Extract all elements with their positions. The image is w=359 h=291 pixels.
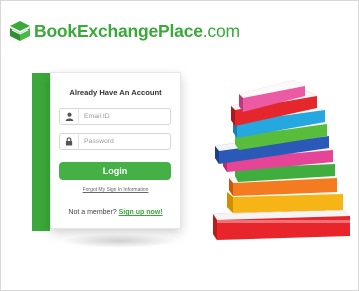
user-icon bbox=[60, 112, 78, 121]
card-shadow bbox=[60, 234, 178, 248]
book-stack-illustration bbox=[213, 80, 350, 240]
login-button[interactable]: Login bbox=[59, 162, 171, 180]
email-field[interactable] bbox=[59, 108, 171, 125]
brand-name: BookExchangePlace.com bbox=[34, 21, 240, 42]
login-card: Already Have An Account Login Forgot My … bbox=[50, 72, 181, 229]
brand-name-main: BookExchangePlace bbox=[34, 20, 203, 41]
card-accent-bar bbox=[32, 73, 50, 231]
email-input[interactable] bbox=[79, 113, 170, 120]
brand-name-suffix: .com bbox=[202, 20, 240, 41]
logo-cube-icon bbox=[10, 21, 30, 41]
member-prompt: Not a member? Sign up now! bbox=[51, 209, 180, 216]
member-text: Not a member? bbox=[68, 209, 117, 216]
password-field[interactable] bbox=[59, 133, 171, 150]
login-title: Already Have An Account bbox=[69, 88, 162, 97]
password-input[interactable] bbox=[79, 138, 170, 145]
signup-link[interactable]: Sign up now! bbox=[119, 209, 163, 216]
lock-icon bbox=[60, 137, 78, 146]
forgot-link[interactable]: Forgot My Sign In Information bbox=[51, 187, 180, 193]
site-logo[interactable]: BookExchangePlace.com bbox=[9, 20, 240, 42]
